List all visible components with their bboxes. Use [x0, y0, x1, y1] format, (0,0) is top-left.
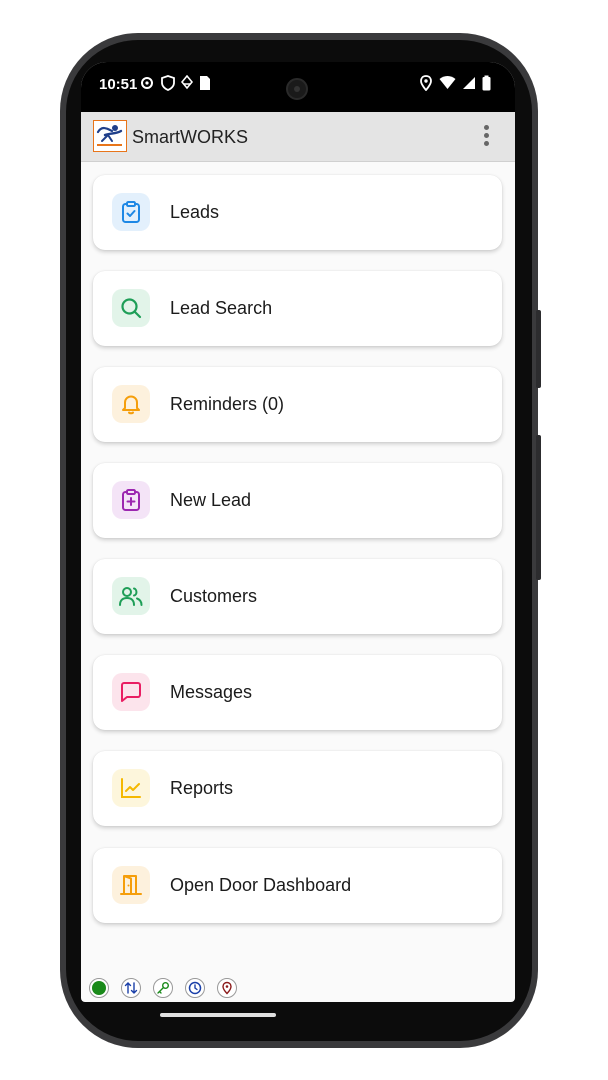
status-bar: 10:51 — [81, 62, 515, 112]
sim-card-icon — [200, 76, 210, 90]
menu-card-reports[interactable]: Reports — [93, 751, 502, 826]
vpn-key-icon — [181, 75, 193, 90]
bell-icon — [112, 385, 150, 423]
key-icon[interactable] — [153, 978, 173, 998]
power-button — [536, 435, 541, 580]
shield-icon — [161, 75, 175, 91]
location-icon — [420, 75, 432, 91]
menu-label: Open Door Dashboard — [170, 875, 352, 895]
menu-label: Customers — [170, 586, 258, 606]
signal-icon — [463, 77, 475, 89]
menu-card-lead-search[interactable]: Lead Search — [93, 271, 502, 346]
menu-card-reminders[interactable]: Reminders (0) — [93, 367, 502, 442]
gesture-nav-bar[interactable] — [160, 1013, 276, 1017]
overflow-menu-icon[interactable] — [484, 125, 489, 146]
app-title: SmartWORKS — [132, 127, 249, 147]
settings-gear-icon — [141, 77, 153, 89]
menu-label: Reports — [170, 778, 234, 798]
location-pin-icon[interactable] — [217, 978, 237, 998]
users-icon — [112, 577, 150, 615]
menu-label: New Lead — [170, 490, 252, 510]
line-chart-icon — [112, 769, 150, 807]
clipboard-plus-icon — [112, 481, 150, 519]
battery-icon — [482, 75, 491, 91]
menu-label: Messages — [170, 682, 253, 702]
search-icon — [112, 289, 150, 327]
status-dot-icon[interactable] — [89, 978, 109, 998]
front-camera — [286, 78, 308, 100]
app-bar: SmartWORKS — [81, 112, 515, 162]
clock-icon[interactable] — [185, 978, 205, 998]
menu-card-new-lead[interactable]: New Lead — [93, 463, 502, 538]
menu-card-leads[interactable]: Leads — [93, 175, 502, 250]
status-time: 10:51 — [99, 76, 138, 93]
menu-label: Reminders (0) — [170, 394, 285, 414]
bottom-indicator-bar — [89, 978, 237, 998]
wifi-icon — [439, 76, 456, 89]
menu-label: Lead Search — [170, 298, 273, 318]
screen: 10:51 SmartWORKS Leads Lead Search Remin… — [81, 62, 515, 1002]
menu-card-messages[interactable]: Messages — [93, 655, 502, 730]
clipboard-check-icon — [112, 193, 150, 231]
menu-card-open-door-dashboard[interactable]: Open Door Dashboard — [93, 848, 502, 923]
menu-card-customers[interactable]: Customers — [93, 559, 502, 634]
door-open-icon — [112, 866, 150, 904]
message-square-icon — [112, 673, 150, 711]
menu-label: Leads — [170, 202, 220, 222]
app-logo — [93, 120, 127, 152]
sync-arrows-icon[interactable] — [121, 978, 141, 998]
volume-button — [536, 310, 541, 388]
